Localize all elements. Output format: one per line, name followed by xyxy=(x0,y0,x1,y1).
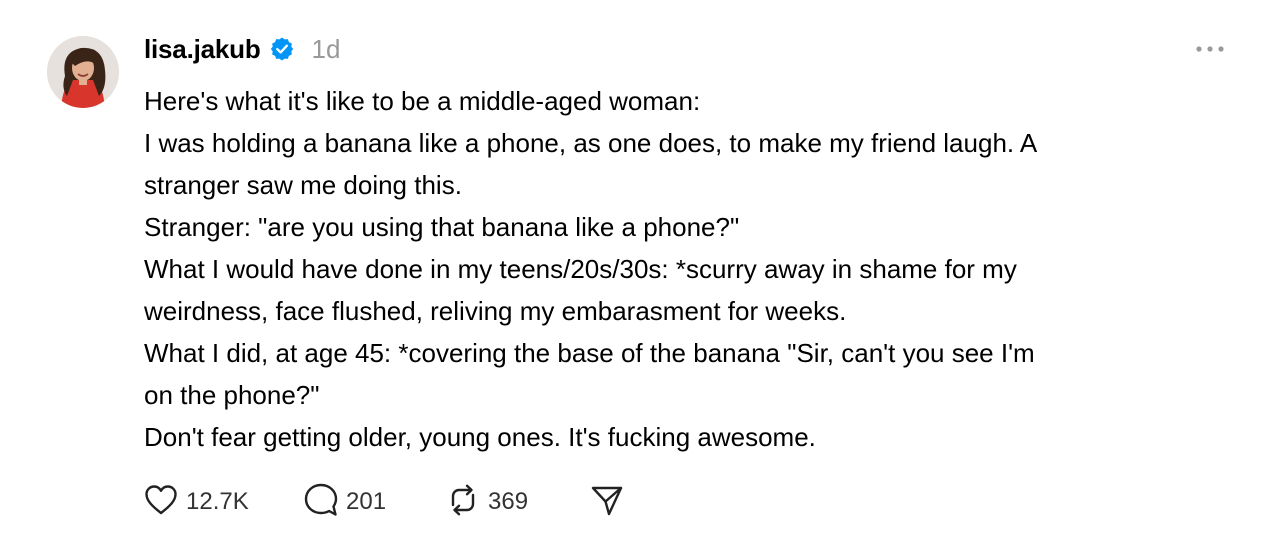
repost-icon xyxy=(446,483,480,522)
post-text-line: stranger saw me doing this. xyxy=(144,170,462,200)
paper-plane-icon xyxy=(590,483,624,522)
post-text-line: Don't fear getting older, young ones. It… xyxy=(144,422,816,452)
avatar[interactable] xyxy=(47,36,119,108)
username[interactable]: lisa.jakub xyxy=(144,34,261,65)
more-options-icon[interactable] xyxy=(1190,36,1230,62)
repost-button[interactable]: 369 xyxy=(446,483,590,522)
verified-badge-icon xyxy=(269,36,295,62)
post-text-line: Stranger: "are you using that banana lik… xyxy=(144,212,740,242)
reply-count: 201 xyxy=(346,488,387,515)
post-time[interactable]: 1d xyxy=(312,34,341,65)
post-text-line: Here's what it's like to be a middle-age… xyxy=(144,86,701,116)
post-card: lisa.jakub 1d Here's what it's like to b… xyxy=(0,0,1274,552)
reply-button[interactable]: 201 xyxy=(304,483,446,522)
post-text-line: weirdness, face flushed, reliving my emb… xyxy=(144,296,847,326)
post-text: Here's what it's like to be a middle-age… xyxy=(144,80,1244,458)
avatar-image xyxy=(47,36,119,108)
post-text-line: What I did, at age 45: *covering the bas… xyxy=(144,338,1035,368)
like-count: 12.7K xyxy=(186,488,249,515)
speech-bubble-icon xyxy=(304,483,338,522)
post-actions: 12.7K 201 369 xyxy=(144,480,624,524)
like-button[interactable]: 12.7K xyxy=(144,484,304,521)
repost-count: 369 xyxy=(488,488,529,515)
heart-icon xyxy=(144,484,178,521)
post-text-line: I was holding a banana like a phone, as … xyxy=(144,128,1038,158)
post-header: lisa.jakub 1d xyxy=(144,30,340,68)
post-text-line: on the phone?" xyxy=(144,380,320,410)
post-text-line: What I would have done in my teens/20s/3… xyxy=(144,254,1017,284)
share-button[interactable] xyxy=(590,483,624,522)
